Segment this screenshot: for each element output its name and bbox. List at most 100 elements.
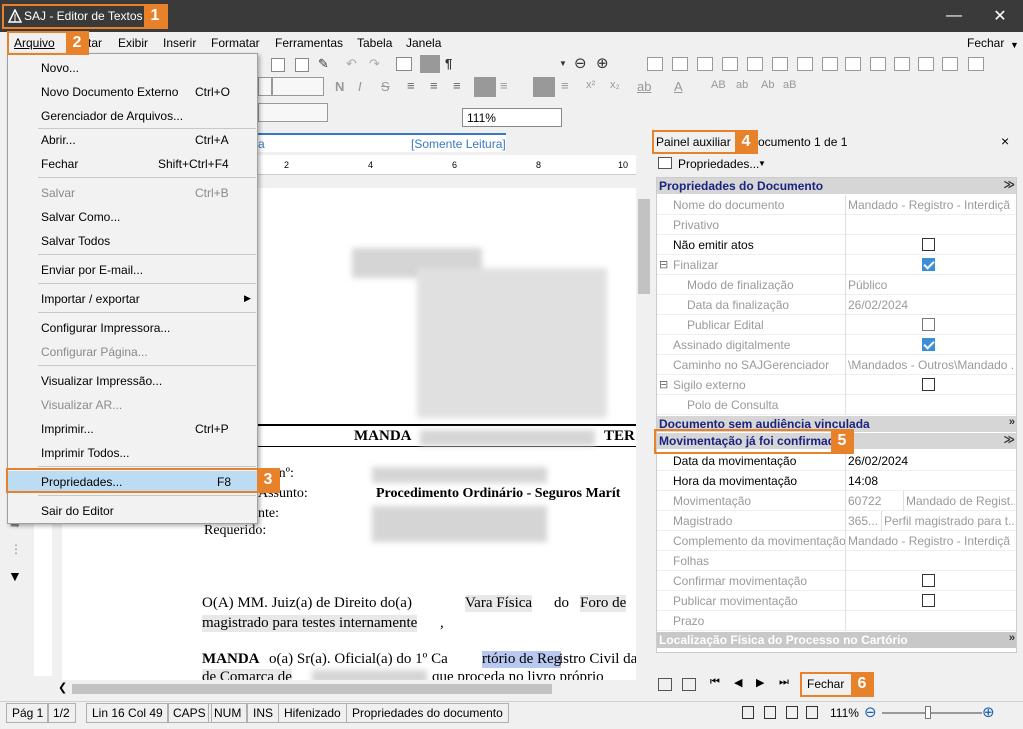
align-left-icon[interactable]: ≡: [407, 78, 415, 93]
case-icon-3[interactable]: Ab: [761, 79, 774, 91]
menu-item-email[interactable]: Enviar por E-mail...: [8, 259, 257, 281]
property-value[interactable]: Mandado - Registro - Interdiçã: [845, 195, 1015, 215]
section-header-localizacao[interactable]: Localização Física do Processo no Cartór…: [657, 632, 1016, 648]
next-record-icon[interactable]: ▶: [756, 676, 764, 689]
menu-exibir[interactable]: Exibir: [118, 36, 148, 50]
view-outline-icon[interactable]: [806, 706, 818, 719]
menu-item-abrir[interactable]: Abrir... Ctrl+A: [8, 129, 257, 151]
property-value[interactable]: [845, 215, 1015, 235]
filter-icon[interactable]: ▼: [8, 568, 22, 584]
property-value[interactable]: 26/02/2024: [845, 451, 1015, 471]
menu-item-config-impressora[interactable]: Configurar Impressora...: [8, 317, 257, 339]
sigilo-checkbox[interactable]: [922, 378, 935, 391]
subscript-icon[interactable]: x₂: [610, 79, 620, 91]
expand-icon[interactable]: »: [1009, 632, 1015, 644]
zoom-out-icon[interactable]: ⊖: [864, 703, 877, 721]
table-grid-icon-2[interactable]: [672, 57, 688, 71]
bold-icon[interactable]: N: [335, 79, 344, 94]
zoom-combo[interactable]: 111%: [462, 108, 562, 127]
align-right-icon[interactable]: ≡: [453, 78, 461, 93]
collapse-box-icon[interactable]: ⊟: [659, 378, 668, 391]
nao-emitir-checkbox[interactable]: [922, 238, 935, 251]
menu-item-propriedades[interactable]: Propriedades... F8: [8, 471, 257, 493]
menu-item-fechar[interactable]: Fechar Shift+Ctrl+F4: [8, 153, 257, 175]
copy-icon[interactable]: [271, 58, 285, 72]
scroll-left-icon[interactable]: ❮: [58, 681, 67, 694]
menu-item-imprimir[interactable]: Imprimir... Ctrl+P: [8, 418, 257, 440]
undo-icon[interactable]: ↶: [346, 56, 357, 72]
confirmar-checkbox[interactable]: [922, 574, 935, 587]
menu-item-salvar[interactable]: Salvar Ctrl+B: [8, 182, 257, 204]
property-value[interactable]: [845, 395, 1015, 415]
menu-item-salvar-como[interactable]: Salvar Como...: [8, 206, 257, 228]
property-value[interactable]: \Mandados - Outros\Mandado ...: [845, 355, 1015, 375]
collapse-icon[interactable]: ≫: [1003, 433, 1015, 446]
superscript-icon[interactable]: x²: [586, 79, 595, 91]
case-icon-2[interactable]: ab: [736, 79, 748, 91]
zoom-slider-thumb[interactable]: [925, 706, 931, 719]
section-header-documento[interactable]: Propriedades do Documento ≫: [657, 178, 1016, 194]
zoom-in-icon[interactable]: ⊕: [596, 54, 609, 72]
close-window-button[interactable]: ✕: [977, 0, 1023, 32]
menu-formatar[interactable]: Formatar: [211, 36, 260, 50]
panel-close-icon[interactable]: ×: [1001, 133, 1009, 149]
highlight-icon[interactable]: ab: [637, 79, 651, 94]
assinado-checkbox[interactable]: [922, 338, 935, 351]
property-value[interactable]: Público: [845, 275, 1015, 295]
menu-item-config-pagina[interactable]: Configurar Página...: [8, 341, 257, 363]
table-grid-icon-3[interactable]: [697, 57, 713, 71]
pilcrow-icon[interactable]: ¶: [445, 56, 452, 71]
grid-toggle-icon[interactable]: [420, 55, 440, 73]
align-center-icon[interactable]: ≡: [430, 78, 438, 93]
collapse-box-icon[interactable]: ⊟: [659, 258, 668, 271]
collapse-icon[interactable]: ≫: [1003, 178, 1015, 191]
case-icon-4[interactable]: aB: [783, 79, 796, 91]
menu-janela[interactable]: Janela: [406, 36, 441, 50]
menu-item-imprimir-todos[interactable]: Imprimir Todos...: [8, 442, 257, 464]
document-tab[interactable]: a [Somente Leitura]: [258, 133, 506, 152]
table-grid-icon-10[interactable]: [870, 57, 886, 71]
zoom-in-icon[interactable]: ⊕: [982, 703, 995, 721]
last-record-icon[interactable]: ⏭: [779, 676, 789, 689]
view-draft-icon[interactable]: [764, 706, 776, 719]
menu-inserir[interactable]: Inserir: [163, 36, 196, 50]
list-icon[interactable]: ≡: [500, 78, 508, 93]
property-value[interactable]: 26/02/2024: [845, 295, 1015, 315]
format-painter-icon[interactable]: ✎: [318, 56, 329, 72]
property-value[interactable]: [845, 611, 1015, 631]
table-grid-icon-6[interactable]: [772, 57, 788, 71]
zoom-dropdown-icon[interactable]: ▼: [559, 59, 567, 68]
table-icon[interactable]: [396, 57, 412, 71]
table-grid-icon-5[interactable]: [747, 57, 763, 71]
table-grid-icon-7[interactable]: [797, 57, 813, 71]
menu-item-importar[interactable]: Importar / exportar ▶: [8, 288, 257, 310]
ellipsis-icon[interactable]: ⋮: [10, 542, 22, 556]
property-value[interactable]: 14:08: [845, 471, 1015, 491]
properties-dropdown-button[interactable]: Propriedades...: [678, 157, 759, 171]
menu-item-visualizar-ar[interactable]: Visualizar AR...: [8, 394, 257, 416]
case-icon-1[interactable]: AB: [711, 79, 726, 91]
view-page-icon[interactable]: [742, 706, 754, 719]
menu-item-novo[interactable]: Novo...: [8, 57, 257, 79]
font-size-combo[interactable]: [272, 77, 324, 96]
publicar-edital-checkbox[interactable]: [922, 318, 935, 331]
vertical-scrollbar[interactable]: [636, 176, 652, 682]
menu-item-visualizar-impressao[interactable]: Visualizar Impressão...: [8, 370, 257, 392]
menu-arquivo[interactable]: Arquivo: [14, 36, 55, 50]
outdent-icon[interactable]: ≡: [561, 78, 569, 93]
table-grid-icon-11[interactable]: [894, 57, 910, 71]
style-combo[interactable]: [258, 103, 328, 122]
publicar-mov-checkbox[interactable]: [922, 594, 935, 607]
table-grid-icon-12[interactable]: [918, 57, 934, 71]
menu-editar[interactable]: tar: [88, 36, 102, 50]
paste-properties-icon[interactable]: [682, 678, 696, 691]
table-grid-icon-1[interactable]: [647, 57, 663, 71]
redo-icon[interactable]: ↷: [369, 56, 380, 72]
font-color-icon[interactable]: A: [674, 79, 683, 94]
font-combo[interactable]: [258, 77, 272, 96]
panel-close-button[interactable]: Fechar: [807, 677, 844, 691]
zoom-out-icon[interactable]: ⊖: [574, 54, 587, 72]
menu-item-novo-externo[interactable]: Novo Documento Externo Ctrl+O: [8, 81, 257, 103]
table-grid-icon-9[interactable]: [845, 57, 861, 71]
minimize-button[interactable]: —: [931, 0, 977, 32]
